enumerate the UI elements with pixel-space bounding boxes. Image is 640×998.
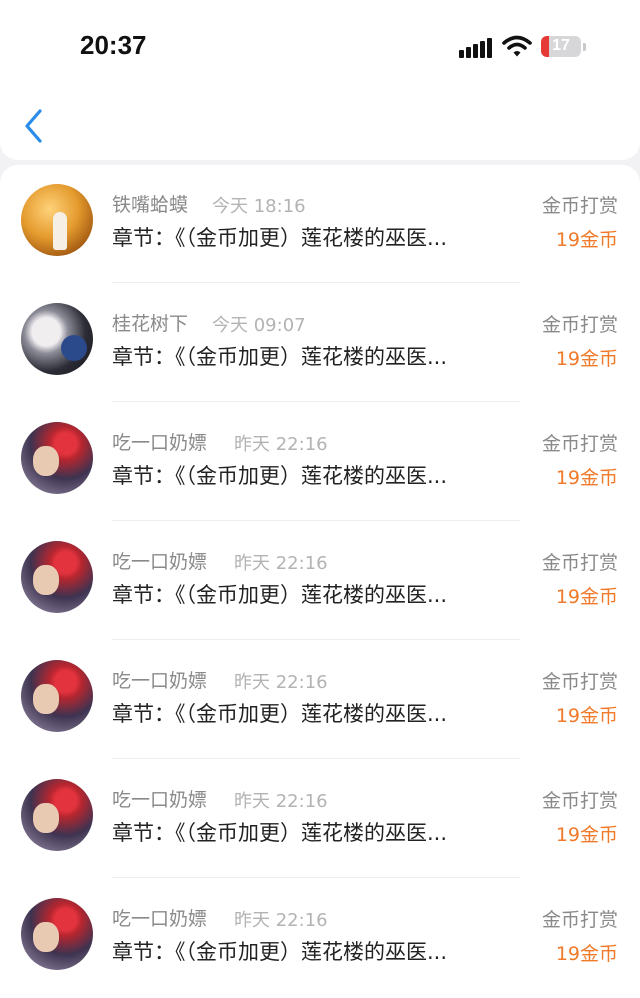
avatar[interactable] (21, 779, 93, 851)
list-item[interactable]: 吃一口奶嫖 昨天 22:16 金币打赏 章节：《（金币加更）莲花楼的巫医... … (0, 522, 640, 641)
reward-type: 金币打赏 (541, 790, 618, 812)
avatar[interactable] (21, 660, 93, 732)
reward-type: 金币打赏 (541, 195, 618, 217)
chevron-left-icon[interactable] (20, 106, 50, 146)
avatar[interactable] (21, 422, 93, 494)
chapter-text: 章节：《（金币加更）莲花楼的巫医... (112, 702, 448, 726)
reward-amount: 19金币 (555, 705, 618, 727)
chapter-text: 章节：《（金币加更）莲花楼的巫医... (112, 345, 448, 369)
avatar[interactable] (21, 184, 93, 256)
reward-amount: 19金币 (555, 229, 618, 251)
divider (112, 758, 520, 759)
divider (112, 639, 520, 640)
user-name: 铁嘴蛤蟆 (112, 194, 189, 216)
reward-time: 今天 18:16 (212, 196, 306, 217)
status-time: 20:37 (80, 30, 147, 60)
reward-time: 昨天 22:16 (234, 672, 328, 693)
reward-amount: 19金币 (555, 348, 618, 370)
avatar[interactable] (21, 898, 93, 970)
reward-type: 金币打赏 (541, 433, 618, 455)
list-item[interactable]: 吃一口奶嫖 昨天 22:16 金币打赏 章节：《（金币加更）莲花楼的巫医... … (0, 641, 640, 760)
reward-time: 昨天 22:16 (234, 434, 328, 455)
user-name: 桂花树下 (112, 313, 189, 335)
list-item[interactable]: 桂花树下 今天 09:07 金币打赏 章节：《（金币加更）莲花楼的巫医... 1… (0, 284, 640, 403)
reward-amount: 19金币 (555, 824, 618, 846)
top-bar: 20:37 17 (0, 0, 640, 160)
reward-amount: 19金币 (555, 586, 618, 608)
user-name: 吃一口奶嫖 (112, 670, 208, 692)
list-item[interactable]: 吃一口奶嫖 昨天 22:16 金币打赏 章节：《（金币加更）莲花楼的巫医... … (0, 879, 640, 998)
divider (112, 282, 520, 283)
chapter-text: 章节：《（金币加更）莲花楼的巫医... (112, 464, 448, 488)
divider (112, 520, 520, 521)
reward-type: 金币打赏 (541, 671, 618, 693)
battery-icon: 17 (541, 36, 581, 57)
reward-amount: 19金币 (555, 943, 618, 965)
reward-type: 金币打赏 (541, 552, 618, 574)
reward-time: 昨天 22:16 (234, 791, 328, 812)
divider (112, 401, 520, 402)
list-item[interactable]: 吃一口奶嫖 昨天 22:16 金币打赏 章节：《（金币加更）莲花楼的巫医... … (0, 403, 640, 522)
avatar[interactable] (21, 303, 93, 375)
list-item[interactable]: 吃一口奶嫖 昨天 22:16 金币打赏 章节：《（金币加更）莲花楼的巫医... … (0, 760, 640, 879)
divider (112, 877, 520, 878)
battery-cap (583, 43, 586, 51)
reward-type: 金币打赏 (541, 909, 618, 931)
wifi-icon (502, 35, 532, 57)
list-item[interactable]: 铁嘴蛤蟆 今天 18:16 金币打赏 章节：《（金币加更）莲花楼的巫医... 1… (0, 165, 640, 284)
avatar[interactable] (21, 541, 93, 613)
chapter-text: 章节：《（金币加更）莲花楼的巫医... (112, 821, 448, 845)
chapter-text: 章节：《（金币加更）莲花楼的巫医... (112, 226, 448, 250)
chapter-text: 章节：《（金币加更）莲花楼的巫医... (112, 583, 448, 607)
user-name: 吃一口奶嫖 (112, 551, 208, 573)
chapter-text: 章节：《（金币加更）莲花楼的巫医... (112, 940, 448, 964)
reward-time: 今天 09:07 (212, 315, 306, 336)
user-name: 吃一口奶嫖 (112, 908, 208, 930)
reward-time: 昨天 22:16 (234, 910, 328, 931)
reward-list: 铁嘴蛤蟆 今天 18:16 金币打赏 章节：《（金币加更）莲花楼的巫医... 1… (0, 165, 640, 998)
reward-time: 昨天 22:16 (234, 553, 328, 574)
user-name: 吃一口奶嫖 (112, 789, 208, 811)
reward-type: 金币打赏 (541, 314, 618, 336)
user-name: 吃一口奶嫖 (112, 432, 208, 454)
signal-icon (459, 38, 493, 58)
battery-level: 17 (552, 37, 570, 54)
reward-amount: 19金币 (555, 467, 618, 489)
